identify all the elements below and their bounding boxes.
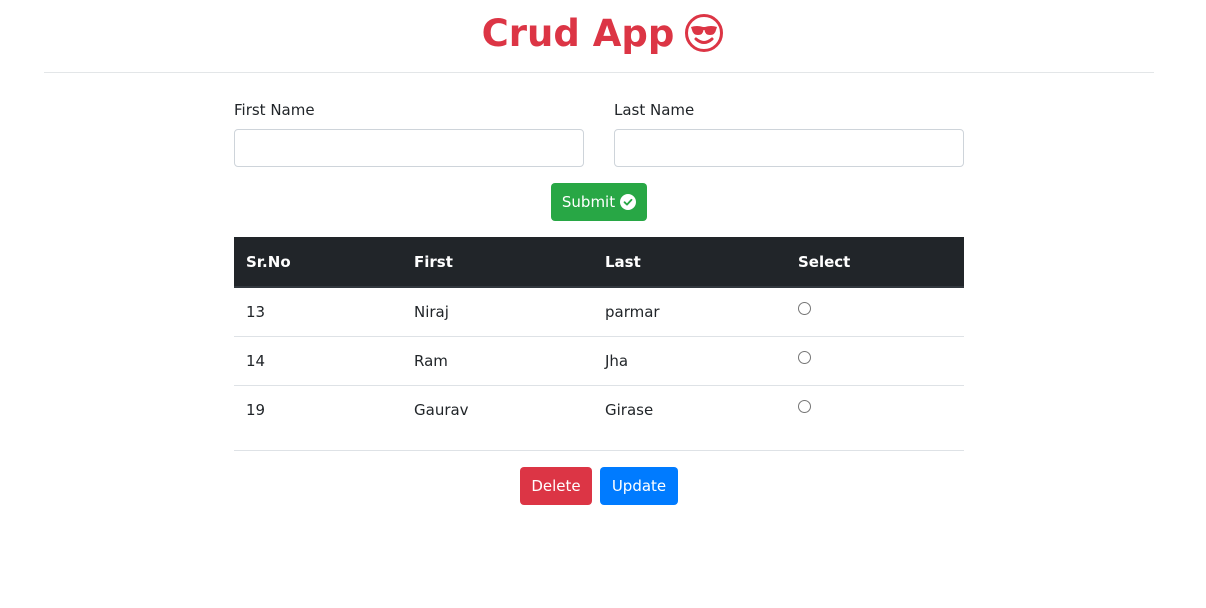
page-title: Crud App [0,10,1206,65]
cell-sr-no: 14 [234,336,402,386]
select-radio[interactable] [798,351,811,364]
cell-sr-no: 19 [246,400,266,419]
table-header-row: Sr.No First Last Select [234,237,964,288]
select-radio[interactable] [798,400,811,414]
cell-last: Girase [605,400,654,419]
smiling-face-with-sunglasses-icon [684,13,724,65]
cell-first: Ram [402,336,593,386]
table-row: 14 Ram Jha [234,336,964,386]
first-name-input[interactable] [234,129,584,167]
last-name-label: Last Name [614,101,695,119]
header-sr-no: Sr.No [234,237,402,288]
submit-button-label: Submit [561,193,616,211]
cell-last: Jha [593,336,786,386]
cell-last: parmar [593,287,786,337]
first-name-label: First Name [234,101,315,119]
records-table: Sr.No First Last Select 13 Niraj parmar … [234,237,964,434]
table-row: 19 Gaurav Girase [234,385,964,434]
header-last: Last [593,237,786,288]
check-circle-icon [620,194,637,210]
cell-sr-no: 13 [234,287,402,337]
select-radio[interactable] [798,302,811,316]
cell-select [786,287,964,337]
cell-select [786,385,964,434]
cell-first: Niraj [402,287,593,337]
submit-button[interactable]: Submit [551,183,647,221]
last-name-input[interactable] [614,129,964,167]
cell-first: Gaurav [414,400,469,419]
header-divider [44,72,1154,73]
table-bottom-divider [234,450,964,451]
header-first: First [402,237,593,288]
app-title: Crud App [481,12,675,55]
delete-button[interactable]: Delete [520,467,592,505]
cell-select [786,336,964,386]
header-select: Select [786,237,964,288]
update-button[interactable]: Update [600,467,678,505]
table-row: 13 Niraj parmar [234,287,964,337]
